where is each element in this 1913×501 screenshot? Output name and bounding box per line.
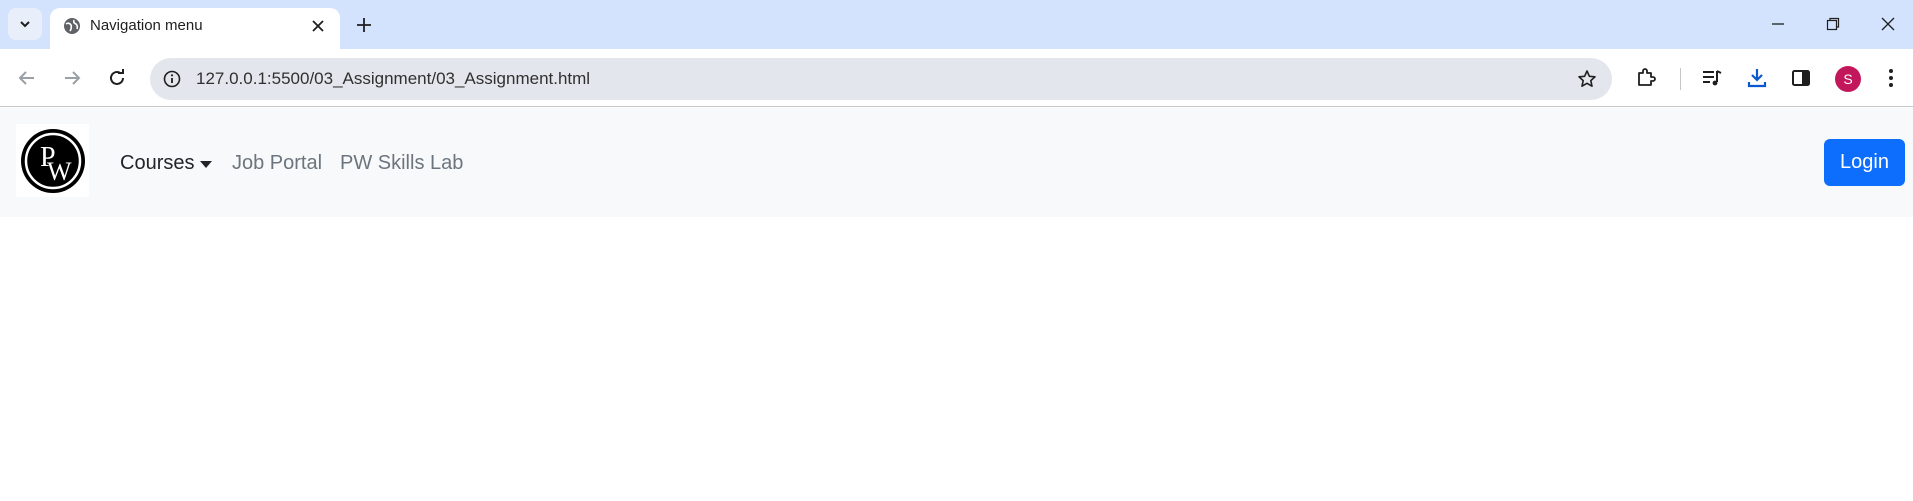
nav-link-pw-skills-lab[interactable]: PW Skills Lab xyxy=(340,152,463,175)
browser-tab[interactable]: Navigation menu xyxy=(50,8,340,49)
new-tab-button[interactable] xyxy=(352,13,376,37)
tab-close-button[interactable] xyxy=(308,16,328,36)
arrow-right-icon xyxy=(65,71,81,85)
reload-icon xyxy=(110,69,124,85)
tab-strip: Navigation menu xyxy=(0,0,1913,49)
site-info-button[interactable] xyxy=(162,69,182,89)
plus-icon xyxy=(357,18,371,32)
profile-avatar[interactable]: S xyxy=(1835,66,1861,92)
url-text[interactable]: 127.0.0.1:5500/03_Assignment/03_Assignme… xyxy=(196,69,590,89)
address-bar[interactable]: 127.0.0.1:5500/03_Assignment/03_Assignme… xyxy=(150,58,1612,100)
caret-down-icon[interactable] xyxy=(200,161,212,168)
restore-button[interactable] xyxy=(1821,12,1845,36)
tab-title: Navigation menu xyxy=(90,17,203,34)
forward-button[interactable] xyxy=(59,65,85,91)
arrow-left-icon xyxy=(18,71,34,85)
extensions-button[interactable] xyxy=(1633,65,1659,91)
page-viewport: P W Courses Job Portal PW Skills Lab Log… xyxy=(0,108,1913,501)
site-navbar: P W Courses Job Portal PW Skills Lab Log… xyxy=(0,108,1913,217)
bookmark-button[interactable] xyxy=(1576,68,1598,90)
side-panel-icon xyxy=(1792,70,1810,86)
globe-icon xyxy=(64,18,80,34)
svg-text:W: W xyxy=(47,157,72,186)
nav-link-courses[interactable]: Courses xyxy=(120,152,194,175)
chevron-down-icon xyxy=(20,21,30,28)
toolbar-divider xyxy=(1680,68,1681,90)
tab-search-button[interactable] xyxy=(8,8,42,40)
close-window-button[interactable] xyxy=(1876,12,1900,36)
close-icon xyxy=(1881,17,1895,31)
pw-logo-icon: P W xyxy=(20,128,85,193)
side-panel-button[interactable] xyxy=(1788,65,1814,91)
minimize-button[interactable] xyxy=(1766,12,1790,36)
downloads-button[interactable] xyxy=(1744,65,1770,91)
back-button[interactable] xyxy=(14,65,40,91)
playlist-icon xyxy=(1703,70,1722,86)
browser-toolbar: 127.0.0.1:5500/03_Assignment/03_Assignme… xyxy=(0,49,1913,107)
media-control-button[interactable] xyxy=(1699,65,1725,91)
nav-link-job-portal[interactable]: Job Portal xyxy=(232,152,322,175)
info-icon xyxy=(163,70,181,88)
restore-icon xyxy=(1826,17,1840,31)
puzzle-icon xyxy=(1638,68,1656,86)
login-button[interactable]: Login xyxy=(1824,139,1905,186)
download-icon xyxy=(1747,69,1767,88)
minimize-icon xyxy=(1772,23,1784,25)
reload-button[interactable] xyxy=(104,65,130,91)
star-icon xyxy=(1578,70,1596,87)
more-vert-icon xyxy=(1889,69,1893,87)
close-icon xyxy=(312,20,324,32)
browser-menu-button[interactable] xyxy=(1878,65,1904,91)
pw-logo[interactable]: P W xyxy=(16,124,89,197)
browser-window: Navigation menu 127.0.0.1:5500/03_Assign… xyxy=(0,0,1913,501)
